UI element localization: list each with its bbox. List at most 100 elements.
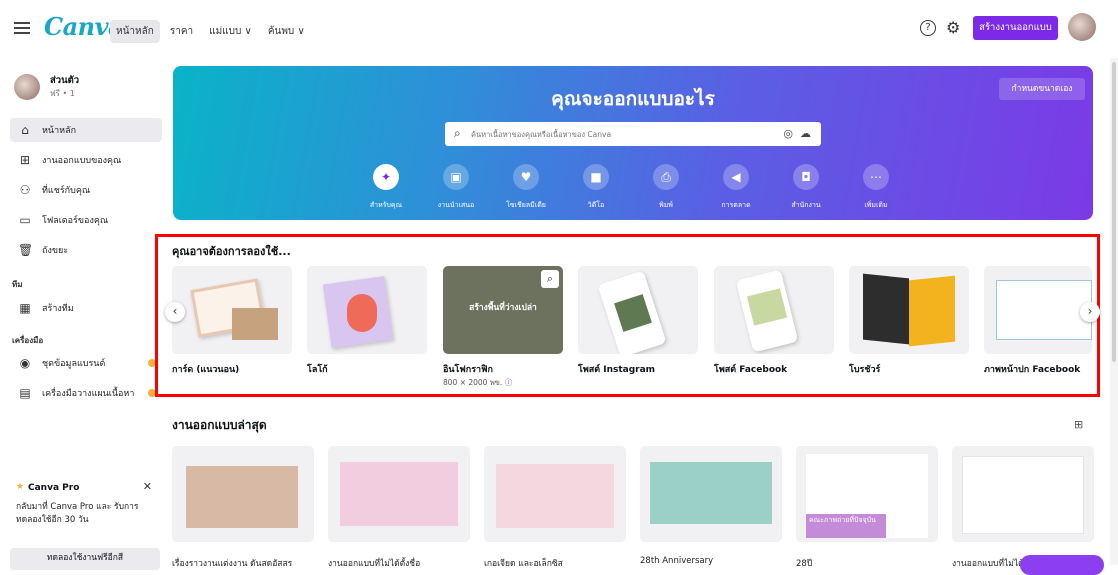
chevron-left-icon[interactable]: ‹ [165, 302, 185, 322]
home-icon: ⌂ [21, 123, 29, 137]
suggestion-card-landscape[interactable] [172, 266, 292, 354]
suggestion-label: การ์ด (แนวนอน) [172, 365, 240, 375]
suggestion-card-instagram[interactable] [578, 266, 698, 354]
printer-icon: ⎙ [653, 164, 679, 190]
gear-icon[interactable]: ⚙ [946, 18, 960, 37]
camera-icon[interactable]: ◎ [783, 127, 793, 140]
search-icon[interactable]: ⌕ [541, 270, 559, 288]
trash-icon: 🗑 [18, 243, 34, 257]
sidebar-item-content-planner[interactable]: ▤ เครื่องมือวางแผนเนื้อหา [10, 381, 162, 405]
team-section-label: ทีม [12, 280, 23, 289]
category-office[interactable]: ◘ สำนักงาน [776, 164, 836, 211]
grid-view-icon[interactable]: ⊞ [1074, 418, 1083, 431]
help-chat-button[interactable] [1020, 555, 1104, 575]
recent-design-card[interactable] [328, 446, 470, 542]
recent-design-card[interactable] [484, 446, 626, 542]
suggestion-label: โลโก้ [307, 365, 328, 375]
recent-design-card[interactable] [172, 446, 314, 542]
category-social-media[interactable]: ♥ โซเชียลมีเดีย [496, 164, 556, 211]
pro-card-description: กลับมาที่ Canva Pro และ รับการทดลองใช้อี… [16, 502, 139, 525]
sidebar-item-create-team[interactable]: ▦ สร้างทีม [10, 296, 162, 320]
brochure-right [909, 275, 955, 347]
category-video[interactable]: ■ วิดีโอ [566, 164, 626, 211]
help-icon[interactable]: ? [920, 20, 936, 36]
sparkle-icon: ✦ [373, 164, 399, 190]
category-print[interactable]: ⎙ พิมพ์ [636, 164, 696, 211]
design-thumbnail [962, 456, 1084, 534]
sidebar-item-designs[interactable]: ⊞ งานออกแบบของคุณ [10, 148, 162, 172]
create-design-button[interactable]: สร้างงานออกแบบ [973, 16, 1058, 40]
crown-icon: ★ [16, 482, 25, 492]
pro-card-title: Canva Pro [28, 483, 80, 493]
upload-icon[interactable]: ☁ [800, 127, 811, 140]
scrollbar[interactable] [1110, 58, 1118, 565]
sidebar-item-label: งานออกแบบของคุณ [42, 156, 122, 166]
heart-chat-icon: ♥ [513, 164, 539, 190]
custom-size-button[interactable]: กำหนดขนาดเอง [999, 78, 1085, 100]
top-nav: หน้าหลัก ราคา แม่แบบ ∨ ค้นพบ ∨ [110, 20, 311, 43]
sidebar-item-home[interactable]: ⌂ หน้าหลัก [10, 118, 162, 142]
close-icon[interactable]: ✕ [143, 480, 152, 493]
profile-avatar [14, 74, 40, 100]
brand-icon: ◉ [19, 356, 31, 370]
design-thumbnail [186, 466, 298, 528]
logo-shape [347, 294, 377, 332]
suggestion-dimensions: 800 × 2000 พข. ⓘ [443, 378, 513, 387]
design-caption: คณะภาพถ่ายที่ปัจจุบัน [806, 514, 886, 538]
briefcase-icon: ◘ [793, 164, 819, 190]
search-input[interactable] [471, 124, 761, 144]
calendar-icon: ▤ [19, 386, 31, 400]
recent-design-card[interactable] [952, 446, 1094, 542]
sidebar-item-shared[interactable]: ⚇ ที่แชร์กับคุณ [10, 178, 162, 202]
free-trial-button[interactable]: ทดลองใช้งานฟรีอีกสี [10, 548, 160, 570]
sidebar-item-trash[interactable]: 🗑 ถังขยะ [10, 238, 162, 262]
presentation-icon: ▣ [443, 164, 469, 190]
design-thumbnail [650, 462, 772, 524]
brochure-left [863, 273, 909, 345]
suggestion-card-infographic[interactable]: สร้างพื้นที่ว่างเปล่า ⌕ [443, 266, 563, 354]
recent-design-label: งานออกแบบที่ไม่ได้ตั้งชื่อ [328, 559, 421, 569]
nav-home[interactable]: หน้าหลัก [110, 20, 160, 43]
megaphone-icon: ◀ [723, 164, 749, 190]
category-label: สำนักงาน [791, 201, 821, 209]
chevron-right-icon[interactable]: › [1080, 302, 1100, 322]
sidebar-item-label: หน้าหลัก [42, 126, 77, 136]
category-for-you[interactable]: ✦ สำหรับคุณ [356, 164, 416, 211]
suggestion-card-facebook[interactable] [714, 266, 834, 354]
nav-pricing[interactable]: ราคา [164, 20, 199, 43]
hero-banner: คุณจะออกแบบอะไร กำหนดขนาดเอง ⌕ ◎ ☁ ✦ สำห… [173, 66, 1093, 220]
sidebar-item-label: เครื่องมือวางแผนเนื้อหา [42, 389, 135, 399]
nav-templates[interactable]: แม่แบบ ∨ [203, 20, 258, 43]
cover-thumbnail [996, 280, 1092, 340]
sidebar-item-folders[interactable]: ▭ โฟลเดอร์ของคุณ [10, 208, 162, 232]
search-bar: ⌕ ◎ ☁ [445, 122, 821, 146]
category-marketing[interactable]: ◀ การตลาด [706, 164, 766, 211]
video-icon: ■ [583, 164, 609, 190]
team-icon: ▦ [19, 301, 31, 315]
folder-icon: ▭ [19, 213, 31, 227]
sidebar: ส่วนตัว ฟรี • 1 ⌂ หน้าหลัก ⊞ งานออกแบบขอ… [0, 58, 165, 570]
menu-icon[interactable] [14, 22, 30, 34]
recent-designs-title: งานออกแบบล่าสุด [172, 418, 267, 432]
recent-design-card[interactable] [640, 446, 782, 542]
category-label: โซเชียลมีเดีย [506, 201, 546, 209]
canva-pro-card: ★ Canva Pro ✕ กลับมาที่ Canva Pro และ รั… [10, 475, 160, 539]
nav-discover[interactable]: ค้นพบ ∨ [262, 20, 311, 43]
profile-plan: ฟรี • 1 [50, 89, 75, 98]
sidebar-item-label: โฟลเดอร์ของคุณ [42, 216, 109, 226]
recent-design-label: 28ปี [796, 559, 813, 569]
create-blank-overlay[interactable]: สร้างพื้นที่ว่างเปล่า [443, 300, 563, 314]
avatar[interactable] [1068, 13, 1096, 41]
suggestion-card-logo[interactable] [307, 266, 427, 354]
suggestion-card-brochure[interactable] [849, 266, 969, 354]
recent-design-card[interactable]: คณะภาพถ่ายที่ปัจจุบัน [796, 446, 938, 542]
suggestion-card-facebook-cover[interactable] [984, 266, 1092, 354]
sidebar-item-brand-kit[interactable]: ◉ ชุดข้อมูลแบรนด์ [10, 351, 162, 375]
sidebar-item-label: สร้างทีม [42, 304, 74, 314]
category-presentation[interactable]: ▣ งานนำเสนอ [426, 164, 486, 211]
search-icon: ⌕ [454, 126, 461, 140]
suggestions-title: คุณอาจต้องการลองใช้... [172, 245, 291, 258]
profile-name: ส่วนตัว [50, 75, 80, 86]
envelope-thumbnail [232, 308, 278, 340]
category-more[interactable]: ⋯ เพิ่มเติม [846, 164, 906, 211]
